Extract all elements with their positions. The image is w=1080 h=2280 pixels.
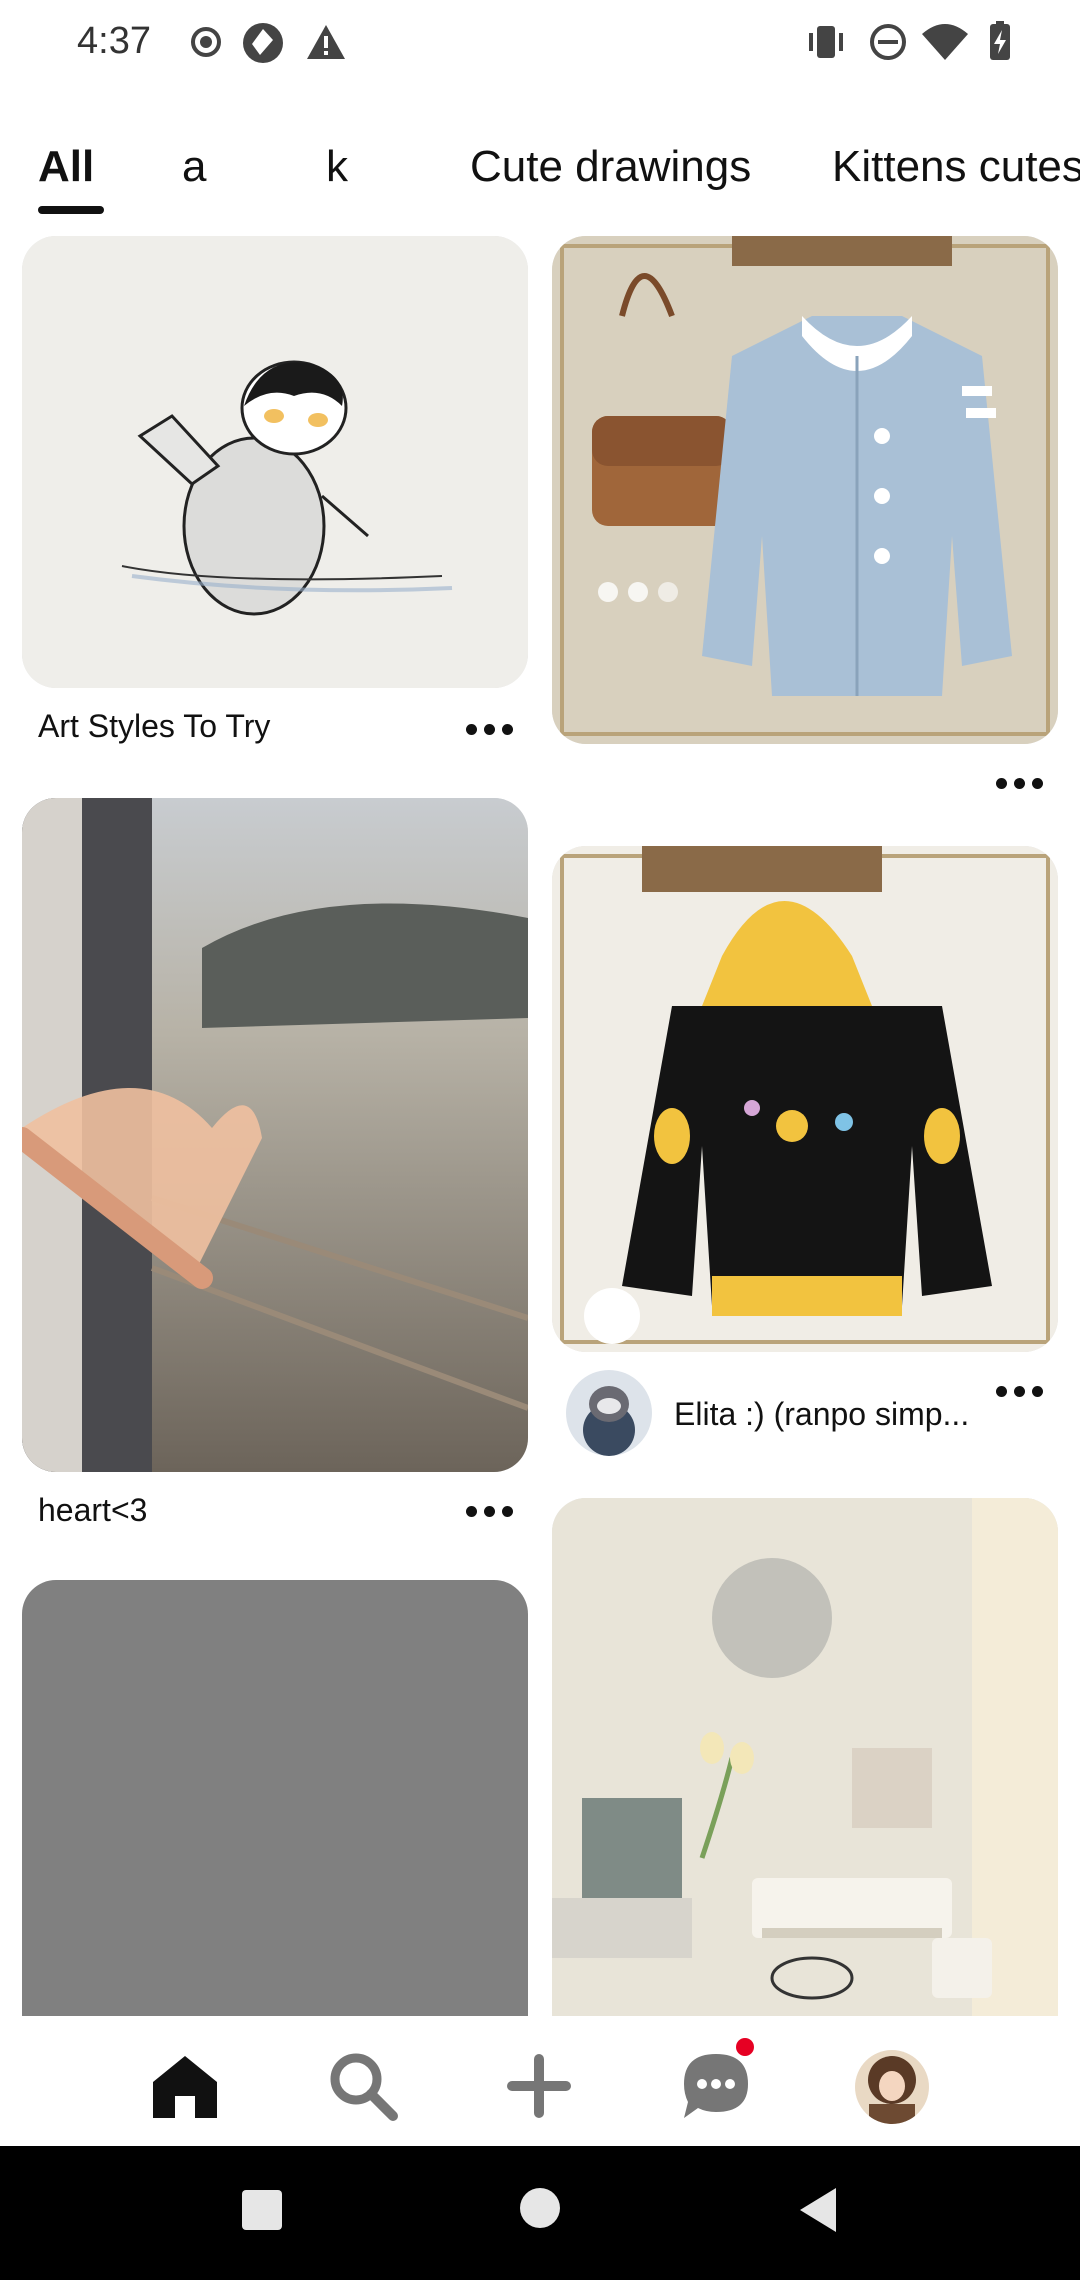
tab-k[interactable]: k <box>326 142 348 192</box>
warning-icon <box>307 25 345 59</box>
system-navigation-bar <box>0 2146 1080 2280</box>
more-options-button[interactable] <box>460 712 520 748</box>
more-options-button[interactable] <box>990 1374 1050 1410</box>
camera-shutter-icon <box>243 23 283 63</box>
tab-all[interactable]: All <box>38 142 94 192</box>
more-options-button[interactable] <box>460 1494 520 1530</box>
more-options-button[interactable] <box>990 766 1050 802</box>
status-bar: 4:37 <box>0 0 1080 90</box>
battery-charging-icon <box>990 21 1010 60</box>
create-icon[interactable] <box>499 2046 579 2126</box>
wifi-icon <box>922 24 968 60</box>
clock: 4:37 <box>77 20 151 62</box>
bottom-navigation <box>0 2016 1080 2146</box>
vibrate-icon <box>809 26 843 58</box>
board-tabs: All a k Cute drawings Kittens cutes <box>0 130 1080 220</box>
tab-kittens-cutes[interactable]: Kittens cutes <box>832 142 1080 192</box>
active-tab-indicator <box>38 206 104 214</box>
tab-a[interactable]: a <box>182 142 206 192</box>
pin-caption-window-heart[interactable]: heart<3 <box>38 1492 147 1529</box>
pin-caption-penguin[interactable]: Art Styles To Try <box>38 708 270 745</box>
pinner-name[interactable]: Elita :) (ranpo simp... <box>674 1396 969 1433</box>
do-not-disturb-icon <box>870 24 906 60</box>
record-icon <box>191 27 221 57</box>
pinner-avatar[interactable] <box>566 1370 652 1456</box>
pin-image-placeholder[interactable] <box>22 1580 528 2080</box>
home-icon[interactable] <box>145 2046 225 2126</box>
pin-image-coat[interactable] <box>552 236 1058 744</box>
profile-avatar[interactable] <box>855 2050 929 2124</box>
tab-cute-drawings[interactable]: Cute drawings <box>470 142 751 192</box>
search-icon[interactable] <box>323 2046 403 2126</box>
back-icon[interactable] <box>796 2186 840 2234</box>
pin-image-penguin[interactable] <box>22 236 528 688</box>
notification-dot <box>736 2038 754 2056</box>
pin-image-desk[interactable] <box>552 1498 1058 2080</box>
messages-icon[interactable] <box>676 2046 756 2126</box>
recents-icon[interactable] <box>240 2188 284 2232</box>
pin-image-hoodie[interactable] <box>552 846 1058 1352</box>
pin-image-window-heart[interactable] <box>22 798 528 1472</box>
home-circle-icon[interactable] <box>518 2186 562 2230</box>
